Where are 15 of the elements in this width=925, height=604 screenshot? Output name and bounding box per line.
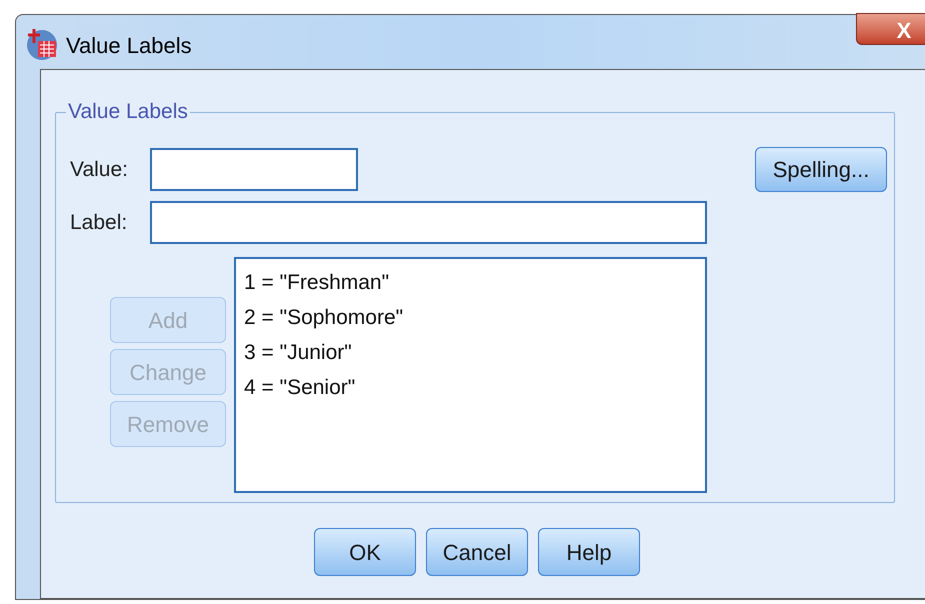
window-title: Value Labels	[66, 32, 192, 60]
value-input[interactable]	[150, 148, 358, 191]
dialog-button[interactable]: Help	[538, 528, 640, 576]
list-item[interactable]: 2 = "Sophomore"	[242, 300, 406, 335]
spelling-button[interactable]: Spelling...	[755, 147, 887, 192]
value-label: Value:	[70, 156, 129, 183]
value-labels-list[interactable]: 1 = "Freshman" 2 = "Sophomore" 3 = "Junior" 4 = "Senior"	[234, 257, 707, 493]
label-input[interactable]	[150, 201, 707, 244]
app-icon	[24, 27, 60, 61]
list-item[interactable]: 3 = "Junior"	[242, 335, 354, 370]
list-item[interactable]: 4 = "Senior"	[242, 370, 358, 405]
label-label: Label:	[70, 210, 128, 236]
dialog-button[interactable]: Cancel	[426, 528, 528, 576]
list-item[interactable]: 1 = "Freshman"	[242, 265, 392, 300]
dialog-button[interactable]: OK	[314, 528, 416, 576]
